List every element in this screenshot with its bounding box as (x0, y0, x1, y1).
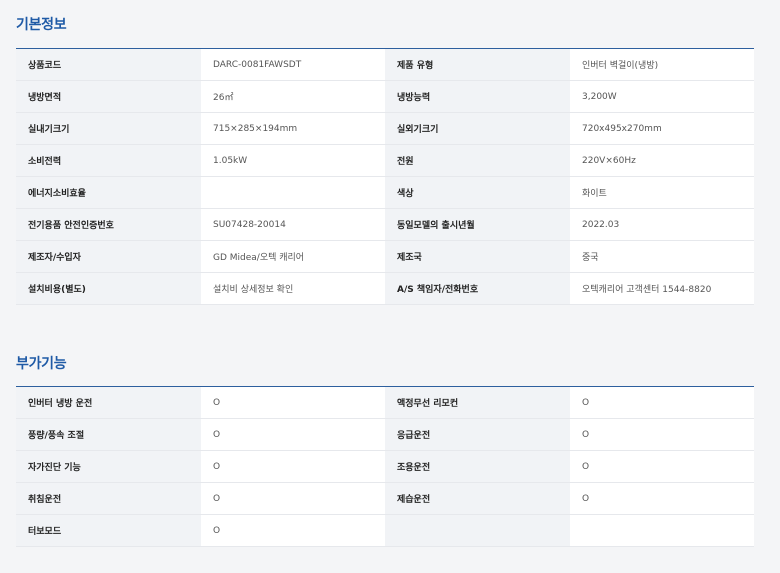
spec-label: 냉방면적 (16, 80, 201, 113)
table-row: 자가진단 기능 O 조용운전 O (16, 450, 754, 483)
spec-value: 1.05kW (201, 144, 385, 177)
spec-value: O (201, 418, 385, 451)
spec-label: 취침운전 (16, 482, 201, 515)
spec-label: 응급운전 (385, 418, 570, 451)
basic-info-table: 상품코드 DARC-0081FAWSDT 제품 유형 인버터 벽걸이(냉방) 냉방면적 2… (16, 49, 754, 305)
spec-label: 동일모델의 출시년월 (385, 208, 570, 241)
spec-label: 제습운전 (385, 482, 570, 515)
spec-label: 풍량/풍속 조절 (16, 418, 201, 451)
spec-label: 에너지소비효율 (16, 176, 201, 209)
spec-label: 제조자/수입자 (16, 240, 201, 273)
spec-value: 715×285×194mm (201, 112, 385, 145)
spec-label: 전기용품 안전인증번호 (16, 208, 201, 241)
spec-label: 자가진단 기능 (16, 450, 201, 483)
spec-value: 화이트 (570, 176, 754, 209)
spec-value: O (201, 387, 385, 419)
table-row: 냉방면적 26㎡ 냉방능력 3,200W (16, 80, 754, 113)
spec-value: 2022.03 (570, 208, 754, 241)
table-row: 전기용품 안전인증번호 SU07428-20014 동일모델의 출시년월 2022.0… (16, 208, 754, 241)
spec-value: 설치비 상세정보 확인 (201, 272, 385, 305)
table-row: 터보모드 O (16, 514, 754, 547)
spec-value: 26㎡ (201, 80, 385, 113)
spec-value: 720x495x270mm (570, 112, 754, 145)
spec-value: O (201, 450, 385, 483)
spec-label: 액정무선 리모컨 (385, 387, 570, 419)
spec-label: 터보모드 (16, 514, 201, 547)
spec-label: A/S 책임자/전화번호 (385, 272, 570, 305)
spec-label: 냉방능력 (385, 80, 570, 113)
spec-value: O (570, 418, 754, 451)
table-row: 실내기크기 715×285×194mm 실외기크기 720x495x270mm (16, 112, 754, 145)
section-title-basic: 기본정보 (16, 17, 67, 33)
spec-value: 오텍캐리어 고객센터 1544-8820 (570, 272, 754, 305)
section-title-extra: 부가기능 (16, 356, 67, 372)
table-row: 취침운전 O 제습운전 O (16, 482, 754, 515)
spec-value: 3,200W (570, 80, 754, 113)
extra-features-table: 인버터 냉방 운전 O 액정무선 리모컨 O 풍량/풍속 조절 O 응급운전 O 자가진단 기능… (16, 387, 754, 547)
spec-label: 제조국 (385, 240, 570, 273)
spec-label: 소비전력 (16, 144, 201, 177)
spec-value: O (570, 387, 754, 419)
spec-label: 조용운전 (385, 450, 570, 483)
spec-label: 색상 (385, 176, 570, 209)
spec-value: O (570, 450, 754, 483)
table-row: 설치비용(별도) 설치비 상세정보 확인 A/S 책임자/전화번호 오텍캐리어 고객센… (16, 272, 754, 305)
spec-value: DARC-0081FAWSDT (201, 49, 385, 81)
spec-value (570, 514, 754, 547)
spec-label: 실내기크기 (16, 112, 201, 145)
spec-label: 인버터 냉방 운전 (16, 387, 201, 419)
spec-value: GD Midea/오텍 캐리어 (201, 240, 385, 273)
spec-value: 220V×60Hz (570, 144, 754, 177)
table-row: 풍량/풍속 조절 O 응급운전 O (16, 418, 754, 451)
spec-label: 설치비용(별도) (16, 272, 201, 305)
spec-label: 제품 유형 (385, 49, 570, 81)
table-row: 인버터 냉방 운전 O 액정무선 리모컨 O (16, 387, 754, 419)
spec-label: 실외기크기 (385, 112, 570, 145)
spec-value: O (201, 514, 385, 547)
spec-value: O (570, 482, 754, 515)
spec-value: 중국 (570, 240, 754, 273)
table-row: 제조자/수입자 GD Midea/오텍 캐리어 제조국 중국 (16, 240, 754, 273)
table-row: 에너지소비효율 색상 화이트 (16, 176, 754, 209)
table-row: 상품코드 DARC-0081FAWSDT 제품 유형 인버터 벽걸이(냉방) (16, 49, 754, 81)
spec-value: O (201, 482, 385, 515)
spec-label: 전원 (385, 144, 570, 177)
table-row: 소비전력 1.05kW 전원 220V×60Hz (16, 144, 754, 177)
spec-value: 인버터 벽걸이(냉방) (570, 49, 754, 81)
spec-label (385, 514, 570, 547)
spec-value (201, 176, 385, 209)
spec-value: SU07428-20014 (201, 208, 385, 241)
spec-label: 상품코드 (16, 49, 201, 81)
